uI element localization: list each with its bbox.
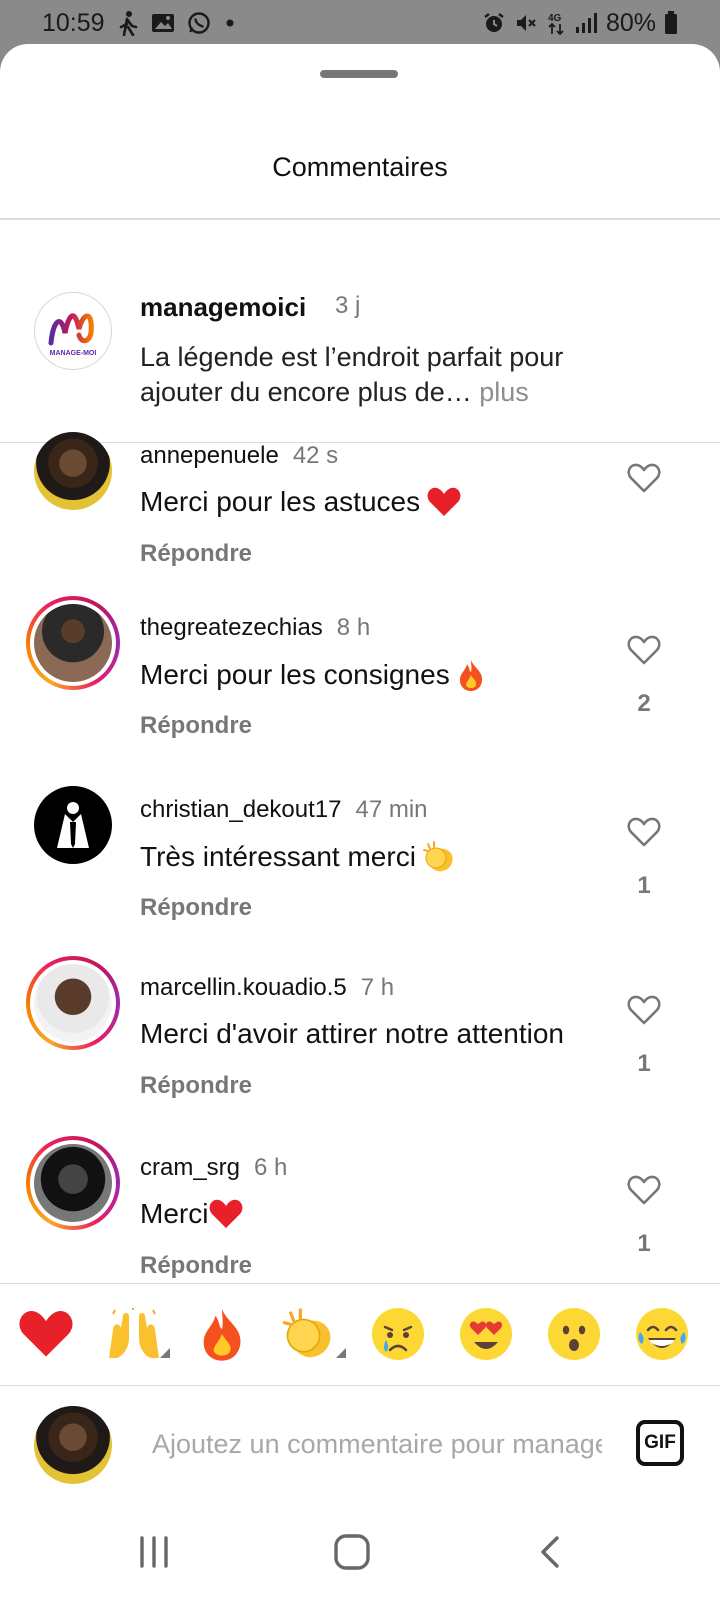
crying-face-emoji-button[interactable] [368, 1304, 428, 1364]
comment-avatar-story-ring[interactable] [26, 956, 120, 1050]
like-count: 1 [637, 1050, 651, 1077]
heart-eyes-face-emoji-button[interactable] [456, 1304, 516, 1364]
caption-avatar[interactable]: MANAGE-MOI [34, 292, 112, 370]
like-heart-icon[interactable] [624, 1170, 664, 1210]
like-heart-icon[interactable] [624, 990, 664, 1030]
comment-text: Merci [140, 1198, 244, 1230]
comment-avatar-story-ring[interactable] [26, 596, 120, 690]
comment-composer: GIF [0, 1386, 720, 1506]
heart-emoji-icon [209, 1199, 243, 1228]
reply-button[interactable]: Répondre [140, 712, 252, 740]
recent-apps-button[interactable] [124, 1528, 184, 1576]
like-heart-icon[interactable] [624, 458, 664, 498]
clapping-hands-emoji-icon [422, 841, 453, 872]
tears-of-joy-face-emoji-button[interactable] [632, 1304, 692, 1364]
comment-body: Merci pour les astuces [140, 486, 421, 517]
managemoi-logo: MANAGE-MOI [48, 313, 97, 357]
clapping-hands-emoji-button[interactable] [280, 1304, 340, 1364]
avatar [34, 964, 112, 1042]
like-heart-icon[interactable] [624, 630, 664, 670]
current-user-avatar [34, 1406, 112, 1484]
comment-time: 8 h [336, 614, 371, 641]
network-4g-icon: 4G [546, 10, 566, 36]
emoji-variant-indicator [160, 1348, 170, 1358]
comment-time: 47 min [355, 796, 428, 823]
like-count: 1 [637, 1230, 651, 1257]
comment-text: Merci pour les consignes [140, 658, 486, 692]
comment-body: Merci [140, 1198, 209, 1229]
like-count: 1 [637, 872, 651, 899]
notification-dot-icon [223, 16, 237, 30]
suit-silhouette-icon [57, 802, 89, 848]
comment-item: annepenuele 42 s Merci pour les astuces R… [0, 424, 720, 604]
comment-author[interactable]: christian_dekout17 [140, 796, 341, 823]
gallery-icon [151, 12, 175, 34]
heart-emoji-button[interactable] [16, 1304, 76, 1364]
like-heart-icon[interactable] [624, 812, 664, 852]
comment-body: Très intéressant merci [140, 841, 416, 872]
fire-emoji-button[interactable] [192, 1304, 252, 1364]
logo-text: MANAGE-MOI [50, 350, 97, 357]
svg-text:4G: 4G [548, 13, 562, 24]
reply-button[interactable]: Répondre [140, 894, 252, 922]
reply-button[interactable]: Répondre [140, 540, 252, 568]
comment-author[interactable]: marcellin.kouadio.5 [140, 974, 347, 1001]
home-button[interactable] [322, 1528, 382, 1576]
comment-time: 6 h [254, 1154, 288, 1181]
title-divider [0, 218, 720, 220]
comment-item: christian_dekout17 47 min Très intéressan… [0, 778, 720, 958]
system-nav-bar [0, 1506, 720, 1600]
home-icon [334, 1534, 370, 1570]
comment-item: marcellin.kouadio.5 7 h Merci d'avoir att… [0, 956, 720, 1136]
status-time: 10:59 [42, 8, 105, 37]
caption-author[interactable]: managemoici [140, 292, 306, 323]
recent-apps-icon [140, 1536, 168, 1568]
battery-percent: 80% [605, 8, 656, 37]
caption-time: 3 j [335, 292, 361, 319]
alarm-icon [482, 11, 506, 35]
mute-icon [514, 11, 538, 35]
avatar [34, 432, 112, 510]
comment-text: Très intéressant merci [140, 840, 458, 874]
whatsapp-icon [187, 11, 211, 35]
comment-list[interactable]: annepenuele 42 s Merci pour les astuces R… [0, 400, 720, 1282]
comment-author[interactable]: annepenuele [140, 442, 279, 469]
avatar [34, 786, 112, 864]
surprised-face-emoji-button[interactable] [544, 1304, 604, 1364]
raised-hands-emoji-button[interactable] [104, 1304, 164, 1364]
sheet-title: Commentaires [272, 152, 448, 182]
heart-emoji-icon [427, 487, 461, 516]
comment-input[interactable] [152, 1422, 602, 1466]
sheet-drag-handle[interactable] [320, 70, 398, 78]
comment-time: 42 s [292, 442, 339, 469]
back-button[interactable] [520, 1528, 580, 1576]
comment-body: Merci d'avoir attirer notre attention [140, 1018, 564, 1049]
battery-icon [664, 11, 678, 35]
comment-text: Merci pour les astuces [140, 486, 462, 518]
comment-item: cram_srg 6 h Merci Répondre 1 [0, 1136, 720, 1282]
comment-text: Merci d'avoir attirer notre attention [140, 1018, 564, 1050]
signal-icon [574, 12, 598, 34]
back-chevron-icon [541, 1536, 559, 1568]
comment-author[interactable]: thegreatezechias [140, 614, 323, 641]
reply-button[interactable]: Répondre [140, 1072, 252, 1100]
avatar [34, 604, 112, 682]
fire-emoji-icon [459, 660, 482, 691]
comment-avatar-story-ring[interactable] [26, 1136, 120, 1230]
gif-button[interactable]: GIF [636, 1420, 684, 1466]
emoji-variant-indicator [336, 1348, 346, 1358]
comment-time: 7 h [360, 974, 395, 1001]
reply-button[interactable]: Répondre [140, 1252, 252, 1280]
like-count: 2 [637, 690, 651, 717]
walking-icon [117, 10, 139, 36]
comment-avatar[interactable] [26, 424, 120, 518]
comment-avatar[interactable] [26, 778, 120, 872]
comment-body: Merci pour les consignes [140, 659, 450, 690]
comment-author[interactable]: cram_srg [140, 1154, 240, 1181]
avatar [34, 1144, 112, 1222]
emoji-quick-bar [0, 1284, 720, 1382]
status-bar: 10:59 4G 80% [0, 0, 720, 46]
comment-item: thegreatezechias 8 h Merci pour les consi… [0, 596, 720, 776]
